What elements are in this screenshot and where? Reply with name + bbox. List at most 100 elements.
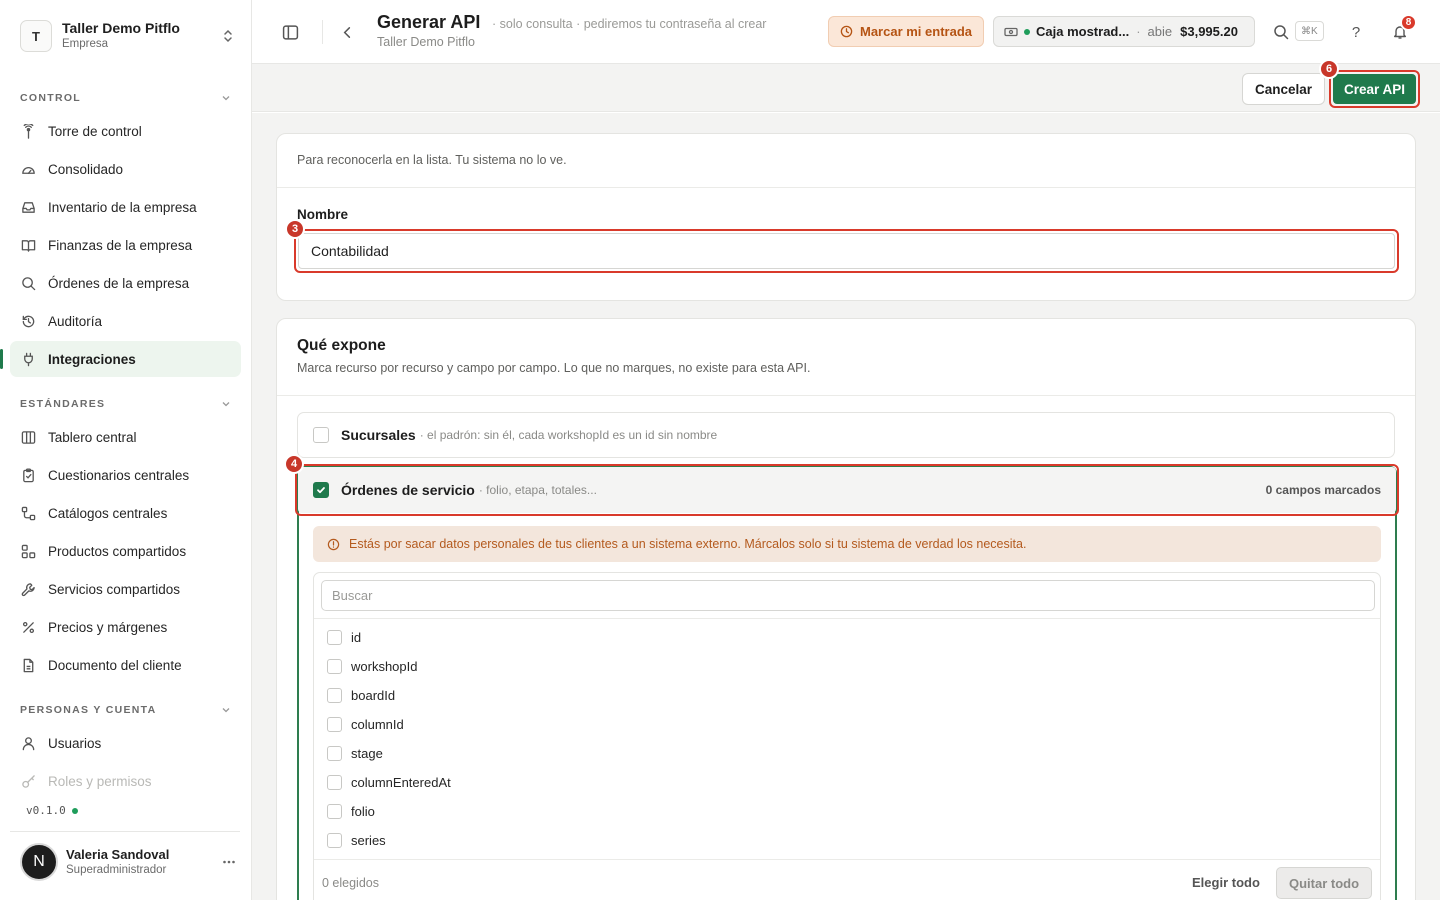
field-row-folio[interactable]: folio <box>327 801 375 821</box>
checkbox[interactable] <box>327 687 342 703</box>
cancel-button[interactable]: Cancelar <box>1242 73 1326 105</box>
checkbox[interactable] <box>327 832 342 848</box>
field-row-columnenteredat[interactable]: columnEnteredAt <box>327 772 451 792</box>
sidebar-item-label: Cuestionarios centrales <box>48 467 190 483</box>
back-button[interactable] <box>333 18 361 46</box>
org-name: Taller Demo Pitflo <box>62 20 180 36</box>
sidebar-item-cuestionarios[interactable]: Cuestionarios centrales <box>10 457 241 493</box>
sidebar-item-tablero[interactable]: Tablero central <box>10 419 241 455</box>
sidebar-item-auditoria[interactable]: Auditoría <box>10 303 241 339</box>
user-icon <box>22 736 35 750</box>
sidebar-item-documento[interactable]: Documento del cliente <box>10 647 241 683</box>
sidebar-item-precios[interactable]: Precios y márgenes <box>10 609 241 645</box>
name-input[interactable] <box>298 233 1395 269</box>
checkbox[interactable] <box>327 716 342 732</box>
resource-row-sucursales[interactable]: Sucursales · el padrón: sin él, cada wor… <box>297 412 1395 458</box>
key-icon <box>22 774 35 788</box>
sidebar-item-finanzas[interactable]: Finanzas de la empresa <box>10 227 241 263</box>
checkbox[interactable] <box>327 774 342 790</box>
orders-resource-block: Órdenes de servicio · folio, etapa, tota… <box>295 464 1399 900</box>
mark-entry-button[interactable]: Marcar mi entrada <box>828 16 984 47</box>
tower-icon <box>23 123 34 139</box>
page-title-hint: · solo consulta · pediremos tu contraseñ… <box>492 17 767 31</box>
cash-register-selector[interactable]: Caja mostrad... · abie $3,995.20 <box>993 16 1255 47</box>
toggle-sidebar-button[interactable] <box>276 18 304 46</box>
sidebar: T Taller Demo Pitflo Empresa CONTROL Tor… <box>0 0 252 900</box>
resource-row-ordenes[interactable]: Órdenes de servicio · folio, etapa, tota… <box>298 467 1396 513</box>
field-row-series[interactable]: series <box>327 830 386 850</box>
field-row-columnid[interactable]: columnId <box>327 714 404 734</box>
checkbox[interactable] <box>327 658 342 674</box>
gauge-icon <box>22 166 35 174</box>
divider <box>322 20 323 44</box>
select-all-button[interactable]: Elegir todo <box>1192 875 1260 890</box>
name-field-highlight <box>294 229 1399 273</box>
inbox-icon <box>22 201 35 213</box>
cash-register-state: abie <box>1147 24 1173 39</box>
cash-register-amount: $3,995.20 <box>1180 24 1238 39</box>
check-icon <box>317 487 325 494</box>
search-input[interactable] <box>321 580 1375 611</box>
checkbox[interactable] <box>313 427 329 443</box>
field-label: series <box>351 832 386 848</box>
clipboard-icon <box>23 467 34 482</box>
sidebar-toggle-icon <box>282 24 298 40</box>
sidebar-item-ordenes[interactable]: Órdenes de la empresa <box>10 265 241 301</box>
checkbox[interactable] <box>327 629 342 645</box>
search-icon <box>22 276 36 290</box>
page-title: Generar API <box>377 12 481 32</box>
orders-row-highlight: Órdenes de servicio · folio, etapa, tota… <box>295 464 1399 516</box>
picked-count: 0 elegidos <box>322 876 379 890</box>
sidebar-item-roles[interactable]: Roles y permisos <box>10 763 241 799</box>
sidebar-item-inventario[interactable]: Inventario de la empresa <box>10 189 241 225</box>
field-row-stage[interactable]: stage <box>327 743 383 763</box>
section-title: ESTÁNDARES <box>20 398 106 410</box>
field-row-boardid[interactable]: boardId <box>327 685 395 705</box>
checkbox[interactable] <box>327 745 342 761</box>
book-icon <box>21 239 36 252</box>
section-estandares[interactable]: ESTÁNDARES <box>20 396 232 412</box>
warning-text: Estás por sacar datos personales de tus … <box>349 537 1027 551</box>
sidebar-item-catalogos[interactable]: Catálogos centrales <box>10 495 241 531</box>
sidebar-item-torre-de-control[interactable]: Torre de control <box>10 113 241 149</box>
clear-all-button[interactable]: Quitar todo <box>1276 867 1373 899</box>
sidebar-item-label: Precios y márgenes <box>48 619 168 635</box>
sidebar-item-label: Usuarios <box>48 735 102 751</box>
create-api-button[interactable]: Crear API <box>1333 74 1416 104</box>
field-label: stage <box>351 745 383 761</box>
sidebar-item-servicios[interactable]: Servicios compartidos <box>10 571 241 607</box>
more-icon[interactable] <box>222 855 236 869</box>
sidebar-item-productos[interactable]: Productos compartidos <box>10 533 241 569</box>
resource-name: Sucursales <box>341 427 416 443</box>
section-personas[interactable]: PERSONAS Y CUENTA <box>20 702 232 718</box>
sidebar-item-label: Tablero central <box>48 429 137 445</box>
name-label: Nombre <box>297 207 349 222</box>
search-button[interactable] <box>1267 18 1295 46</box>
sidebar-item-usuarios[interactable]: Usuarios <box>10 725 241 761</box>
status-dot <box>1024 28 1030 35</box>
section-title: PERSONAS Y CUENTA <box>20 704 157 716</box>
shortcut-hint: ⌘K <box>1295 21 1324 41</box>
avatar: N <box>20 843 58 881</box>
history-icon <box>22 315 35 327</box>
org-switcher[interactable]: T Taller Demo Pitflo Empresa <box>20 18 236 54</box>
checkbox[interactable] <box>313 482 329 498</box>
name-hint: Para reconocerla en la lista. Tu sistema… <box>297 153 567 167</box>
user-menu[interactable]: N Valeria Sandoval Superadministrador <box>20 842 236 882</box>
sidebar-item-integraciones[interactable]: Integraciones <box>0 341 241 377</box>
chevron-down-icon <box>222 402 230 407</box>
sidebar-item-label: Inventario de la empresa <box>48 199 197 215</box>
cash-register-name: Caja mostrad... <box>1036 24 1130 39</box>
checkbox[interactable] <box>327 803 342 819</box>
privacy-warning: Estás por sacar datos personales de tus … <box>313 526 1381 562</box>
columns-icon <box>21 430 36 444</box>
field-label: folio <box>351 803 375 819</box>
topbar: Generar API · solo consulta · pediremos … <box>252 0 1440 64</box>
field-row-workshopid[interactable]: workshopId <box>327 656 417 676</box>
field-row-id[interactable]: id <box>327 627 361 647</box>
resource-hint: · el padrón: sin él, cada workshopId es … <box>419 428 718 442</box>
sidebar-item-consolidado[interactable]: Consolidado <box>10 151 241 187</box>
section-control[interactable]: CONTROL <box>20 90 232 106</box>
boxes-icon <box>21 544 36 558</box>
help-button[interactable]: ? <box>1342 18 1370 46</box>
